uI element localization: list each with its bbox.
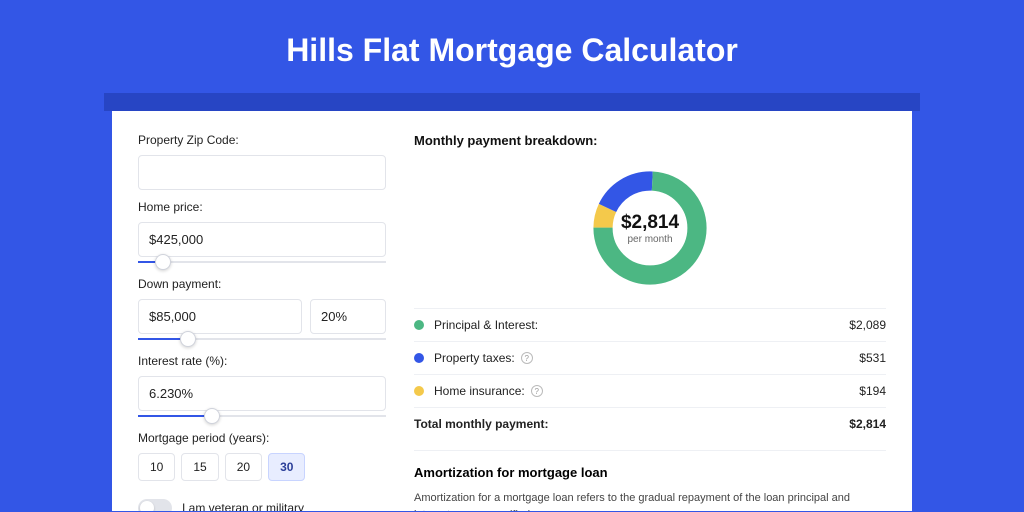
donut-sub: per month [627,234,672,245]
legend-row-2: Home insurance:?$194 [414,374,886,407]
zip-input[interactable] [138,155,386,190]
period-options: 10152030 [138,453,386,481]
page-title: Hills Flat Mortgage Calculator [0,0,1024,93]
legend-dot-icon [414,320,424,330]
price-slider[interactable] [138,261,386,263]
veteran-toggle[interactable] [138,499,172,511]
breakdown-title: Monthly payment breakdown: [414,133,886,148]
breakdown-column: Monthly payment breakdown: $2,814 per mo… [414,133,886,511]
legend: Principal & Interest:$2,089Property taxe… [414,308,886,407]
down-amount-input[interactable] [138,299,302,334]
zip-label: Property Zip Code: [138,133,386,147]
period-15[interactable]: 15 [181,453,218,481]
legend-dot-icon [414,386,424,396]
veteran-row: I am veteran or military [138,499,386,511]
donut-chart: $2,814 per month [414,158,886,308]
period-field: Mortgage period (years): 10152030 [138,431,386,481]
rate-input[interactable] [138,376,386,411]
legend-value: $194 [859,384,886,398]
price-label: Home price: [138,200,386,214]
period-30[interactable]: 30 [268,453,305,481]
down-pct-input[interactable] [310,299,386,334]
veteran-label: I am veteran or military [182,501,304,511]
price-input[interactable] [138,222,386,257]
legend-total-row: Total monthly payment: $2,814 [414,407,886,440]
amortization-text: Amortization for a mortgage loan refers … [414,490,886,511]
period-10[interactable]: 10 [138,453,175,481]
price-slider-thumb[interactable] [155,254,171,270]
period-20[interactable]: 20 [225,453,262,481]
legend-row-1: Property taxes:?$531 [414,341,886,374]
rate-label: Interest rate (%): [138,354,386,368]
form-column: Property Zip Code: Home price: Down paym… [138,133,386,511]
legend-dot-icon [414,353,424,363]
info-icon[interactable]: ? [531,385,543,397]
amortization-section: Amortization for mortgage loan Amortizat… [414,450,886,511]
calculator-panel: Property Zip Code: Home price: Down paym… [112,111,912,511]
price-field: Home price: [138,200,386,263]
panel-shadow [104,93,920,111]
legend-value: $531 [859,351,886,365]
rate-slider-thumb[interactable] [204,408,220,424]
rate-slider[interactable] [138,415,386,417]
rate-field: Interest rate (%): [138,354,386,417]
donut-amount: $2,814 [621,212,679,234]
down-slider[interactable] [138,338,386,340]
zip-field: Property Zip Code: [138,133,386,190]
down-field: Down payment: [138,277,386,340]
legend-row-0: Principal & Interest:$2,089 [414,308,886,341]
legend-label: Principal & Interest: [434,318,849,332]
legend-total-value: $2,814 [849,417,886,431]
amortization-title: Amortization for mortgage loan [414,465,886,480]
down-slider-thumb[interactable] [180,331,196,347]
period-label: Mortgage period (years): [138,431,386,445]
info-icon[interactable]: ? [521,352,533,364]
legend-label: Home insurance:? [434,384,859,398]
legend-label: Property taxes:? [434,351,859,365]
legend-value: $2,089 [849,318,886,332]
down-label: Down payment: [138,277,386,291]
legend-total-label: Total monthly payment: [414,417,849,431]
